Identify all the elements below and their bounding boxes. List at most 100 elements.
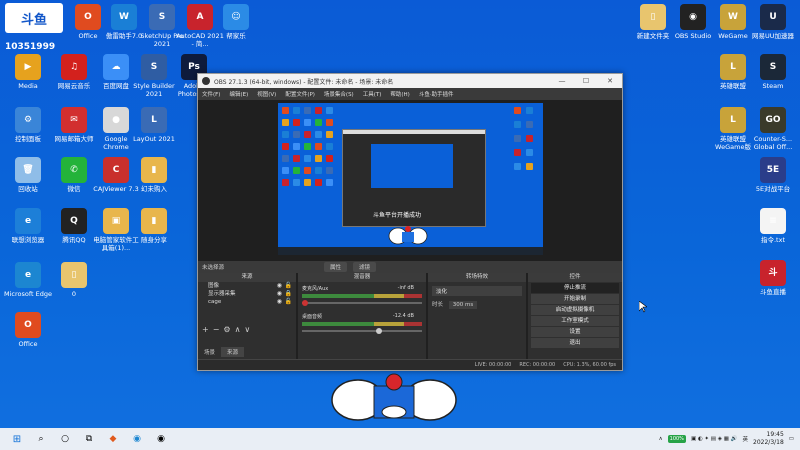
desktop-icon-left-14[interactable]: 🗑 回收站 [3, 157, 53, 193]
maximize-icon[interactable]: ☐ [574, 77, 598, 85]
start-virtual-camera-button[interactable]: 启动虚拟摄像机 [531, 305, 619, 315]
desktop-icon-label: 联想浏览器 [11, 236, 45, 244]
windows-start-icon[interactable]: ⊞ [10, 432, 24, 446]
eye-icon[interactable]: ◉ [277, 298, 282, 306]
desktop-icon-right-7[interactable]: GO Counter-S... Global Off... [748, 107, 798, 151]
preview-desktop-icon [293, 167, 300, 174]
lock-icon[interactable]: 🔓 [285, 282, 292, 290]
rec-status: REC: 00:00:00 [519, 362, 556, 368]
preview-desktop-icon [304, 107, 311, 114]
desktop-icon-right-8[interactable]: 5E 5E对战平台 [748, 157, 798, 193]
desktop-icon-label: Media [18, 82, 38, 90]
desktop-fader[interactable] [302, 328, 422, 334]
transition-select[interactable]: 淡化 [432, 286, 522, 296]
desktop-icon-label: 幻未购入 [141, 185, 167, 193]
tray-icons[interactable]: ▣ ◐ ✦ ▤ ◈ ▦ 🔊 [691, 436, 738, 442]
exit-button[interactable]: 退出 [531, 338, 619, 348]
source-item[interactable]: 显示器采集 ◉ 🔒 [198, 290, 296, 298]
stop-streaming-button[interactable]: 停止推流 [531, 283, 619, 293]
menu-view[interactable]: 视图(V) [257, 90, 276, 98]
filters-button[interactable]: 滤镜 [353, 262, 377, 272]
properties-button[interactable]: 属性 [324, 262, 348, 272]
preview-desktop-icon [304, 179, 311, 186]
app-icon: ▶ [15, 54, 41, 80]
desktop-icon-label: 控制面板 [15, 135, 41, 143]
clock[interactable]: 19:45 2022/3/18 [753, 431, 784, 447]
desktop-icon-left-21[interactable]: ▮ 随身分享 [129, 208, 179, 244]
menu-help[interactable]: 帮助(H) [390, 90, 409, 98]
desktop-icon-left-22[interactable]: e Microsoft Edge [3, 262, 53, 298]
preview-desktop-icon [304, 155, 311, 162]
desktop-icon-left-10[interactable]: ⚙ 控制面板 [3, 107, 53, 143]
preview-desktop-icon [293, 143, 300, 150]
desktop-icon-left-4[interactable]: ☺ 帮家乐 [211, 4, 261, 40]
battery-badge[interactable]: 100% [667, 435, 686, 443]
menu-edit[interactable]: 编辑(E) [229, 90, 248, 98]
menu-file[interactable]: 文件(F) [202, 90, 220, 98]
desktop-icon-left-23[interactable]: ▯ 0 [49, 262, 99, 298]
desktop-icon-left-5[interactable]: ▶ Media [3, 54, 53, 90]
preview-desktop-icon [282, 143, 289, 150]
taskbar-obs-icon[interactable]: ◉ [154, 432, 168, 446]
source-item[interactable]: 图像 ◉ 🔓 [198, 282, 296, 290]
desktop-icon-label: Counter-S... Global Off... [753, 135, 793, 151]
app-icon: 🗑 [15, 157, 41, 183]
desktop-icon-left-24[interactable]: O Office [3, 312, 53, 348]
obs-menubar: 文件(F) 编辑(E) 视图(V) 配置文件(P) 场景集合(S) 工具(T) … [198, 88, 622, 100]
menu-scene-collection[interactable]: 场景集合(S) [324, 90, 354, 98]
close-icon[interactable]: ✕ [598, 77, 622, 85]
transitions-header: 转场特效 [428, 273, 526, 282]
live-status: LIVE: 00:00:00 [474, 362, 512, 368]
menu-tools[interactable]: 工具(T) [363, 90, 382, 98]
mic-fader[interactable] [302, 300, 422, 306]
start-recording-button[interactable]: 开始录制 [531, 294, 619, 304]
app-icon: 斗 [760, 260, 786, 286]
menu-douyu-plugin[interactable]: 斗鱼·助手插件 [419, 90, 454, 98]
desktop-icon-left-17[interactable]: ▮ 幻未购入 [129, 157, 179, 193]
duration-input[interactable]: 300 ms [448, 301, 478, 309]
notification-icon[interactable]: ▭ [789, 436, 794, 442]
app-icon: O [15, 312, 41, 338]
desktop-icon-right-10[interactable]: 斗斗鱼直播 [748, 260, 798, 296]
desktop-icon-right-3[interactable]: U 网易UU加速器 [748, 4, 798, 40]
desktop-icon-label: 指令.txt [760, 236, 785, 244]
app-icon: L [720, 54, 746, 80]
eye-icon[interactable]: ◉ [277, 282, 282, 290]
input-language[interactable]: 英 [743, 435, 749, 443]
task-view-icon[interactable]: ⧉ [82, 432, 96, 446]
preview-canvas[interactable]: 斗鱼平台开播成功 [278, 103, 543, 255]
preview-doraemon [388, 226, 428, 245]
chevron-up-icon[interactable]: ∧ [659, 436, 663, 442]
desktop-icon-right-9[interactable]: ≡ 指令.txt [748, 208, 798, 244]
sources-header: 来源 [198, 273, 296, 282]
settings-button[interactable]: 设置 [531, 327, 619, 337]
app-icon: ▯ [61, 262, 87, 288]
source-add-remove-controls[interactable]: +−⚙∧∨ [202, 325, 254, 334]
minimize-icon[interactable]: — [550, 77, 574, 85]
app-icon: ♫ [61, 54, 87, 80]
preview-desktop-icon [315, 143, 322, 150]
preview-desktop-icon [526, 163, 533, 170]
app-icon: ▯ [640, 4, 666, 30]
obs-titlebar[interactable]: OBS 27.1.3 (64-bit, windows) - 配置文件: 未命名… [198, 74, 622, 88]
desktop-icon-label: Steam [762, 82, 784, 90]
studio-mode-button[interactable]: 工作室模式 [531, 316, 619, 326]
taskbar-app-icon[interactable]: ◉ [130, 432, 144, 446]
menu-profile[interactable]: 配置文件(P) [285, 90, 315, 98]
desktop-meter [302, 322, 422, 326]
tab-sources[interactable]: 来源 [221, 347, 245, 357]
lock-icon[interactable]: 🔓 [285, 298, 292, 306]
desktop-icon-left-13[interactable]: L LayOut 2021 [129, 107, 179, 143]
desktop-icon-left-18[interactable]: e 联想浏览器 [3, 208, 53, 244]
preview-desktop-icon [514, 163, 521, 170]
taskbar-douyu-icon[interactable]: ◆ [106, 432, 120, 446]
lock-icon[interactable]: 🔒 [285, 290, 292, 298]
cortana-icon[interactable]: ○ [58, 432, 72, 446]
search-icon[interactable]: ⌕ [34, 432, 48, 446]
desktop-icon-right-5[interactable]: S Steam [748, 54, 798, 90]
app-icon: ◉ [680, 4, 706, 30]
obs-window[interactable]: OBS 27.1.3 (64-bit, windows) - 配置文件: 未命名… [197, 73, 623, 371]
source-item[interactable]: cage ◉ 🔓 [198, 298, 296, 306]
tab-scenes[interactable]: 场景 [198, 347, 221, 357]
eye-icon[interactable]: ◉ [277, 290, 282, 298]
